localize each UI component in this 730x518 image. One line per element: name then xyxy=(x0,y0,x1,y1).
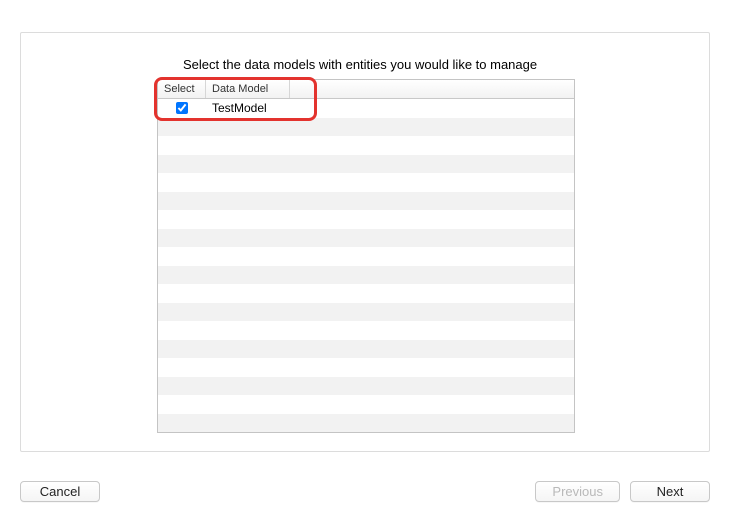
cell-data-model: TestModel xyxy=(206,101,574,115)
cancel-button[interactable]: Cancel xyxy=(20,481,100,502)
table-row[interactable]: TestModel xyxy=(158,99,574,118)
data-model-table: Select Data Model TestModel xyxy=(157,79,575,433)
table-row xyxy=(158,358,574,377)
table-row xyxy=(158,247,574,266)
next-button[interactable]: Next xyxy=(630,481,710,502)
table-row xyxy=(158,340,574,359)
table-row xyxy=(158,377,574,396)
main-panel: Select the data models with entities you… xyxy=(20,32,710,452)
table-row xyxy=(158,303,574,322)
table-row xyxy=(158,414,574,433)
table-row xyxy=(158,395,574,414)
table-header: Select Data Model xyxy=(158,80,574,99)
table-row xyxy=(158,173,574,192)
instruction-text: Select the data models with entities you… xyxy=(183,57,537,72)
table-row xyxy=(158,266,574,285)
table-row xyxy=(158,321,574,340)
cell-select xyxy=(158,102,206,114)
previous-button: Previous xyxy=(535,481,620,502)
column-header-select[interactable]: Select xyxy=(158,80,206,98)
table-row xyxy=(158,136,574,155)
table-row xyxy=(158,284,574,303)
right-buttons: Previous Next xyxy=(535,481,710,502)
table-row xyxy=(158,210,574,229)
column-header-data-model[interactable]: Data Model xyxy=(206,80,290,98)
select-checkbox[interactable] xyxy=(176,102,188,114)
column-header-spacer xyxy=(290,80,574,98)
button-row: Cancel Previous Next xyxy=(20,481,710,502)
table-row xyxy=(158,155,574,174)
table-row xyxy=(158,192,574,211)
table-body: TestModel xyxy=(158,99,574,432)
table-row xyxy=(158,229,574,248)
table-row xyxy=(158,118,574,137)
